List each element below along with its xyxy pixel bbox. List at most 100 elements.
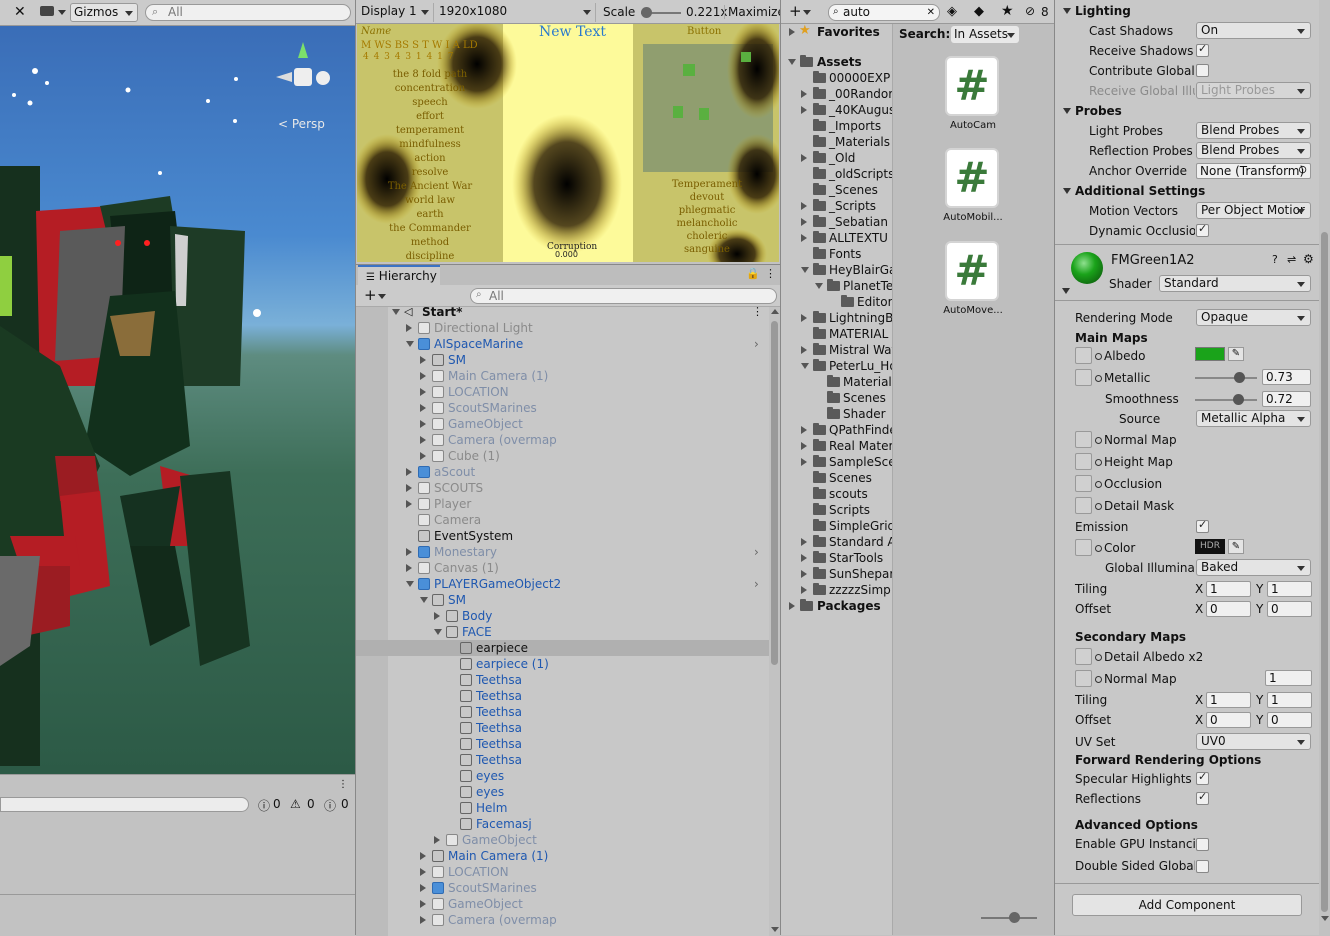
- expand-arrow-icon[interactable]: [420, 916, 426, 924]
- hierarchy-row[interactable]: SCOUTS: [356, 480, 769, 496]
- emission-eyedropper-icon[interactable]: ✎: [1228, 539, 1244, 554]
- asset-result[interactable]: # AutoCam: [933, 56, 1013, 136]
- collapse-arrow-icon[interactable]: [406, 581, 414, 587]
- expand-arrow-icon[interactable]: [406, 324, 412, 332]
- probes-header[interactable]: Probes: [1075, 103, 1122, 119]
- hierarchy-row[interactable]: AISpaceMarine ›: [356, 336, 769, 352]
- help-icon[interactable]: ?: [1272, 253, 1278, 266]
- project-folder-row[interactable]: ALLTEXTU: [781, 230, 892, 246]
- hierarchy-row[interactable]: eyes: [356, 784, 769, 800]
- icon-size-slider[interactable]: [981, 912, 1037, 923]
- project-folder-row[interactable]: SunShepar: [781, 566, 892, 582]
- expand-arrow-icon[interactable]: [801, 458, 807, 466]
- project-folder-row[interactable]: Shader: [781, 406, 892, 422]
- hierarchy-row[interactable]: earpiece: [356, 640, 769, 656]
- collapse-arrow-icon[interactable]: [801, 267, 809, 273]
- uv-set-dropdown[interactable]: UV0: [1196, 733, 1311, 750]
- expand-arrow-icon[interactable]: [801, 554, 807, 562]
- clear-search-icon[interactable]: ✕: [927, 5, 935, 20]
- collapse-arrow-icon[interactable]: [420, 597, 428, 603]
- project-folder-row[interactable]: HeyBlairGa: [781, 262, 892, 278]
- scale-slider[interactable]: [641, 7, 681, 18]
- scene-viewport[interactable]: < Persp: [0, 26, 355, 774]
- project-folder-row[interactable]: _Scripts: [781, 198, 892, 214]
- camera-dropdown-icon[interactable]: [58, 10, 66, 15]
- console-menu-icon[interactable]: ⋮: [338, 779, 348, 790]
- smoothness-field[interactable]: 0.72: [1262, 391, 1311, 407]
- warning-icon[interactable]: ⚠: [290, 797, 301, 811]
- expand-arrow-icon[interactable]: [420, 852, 426, 860]
- open-prefab-chevron-icon[interactable]: ›: [754, 336, 759, 352]
- hierarchy-row[interactable]: Facemasj: [356, 816, 769, 832]
- smoothness-slider[interactable]: [1195, 394, 1257, 405]
- camera-icon[interactable]: [40, 6, 54, 16]
- project-folder-row[interactable]: Standard A: [781, 534, 892, 550]
- project-create-chevron-icon[interactable]: [803, 10, 811, 15]
- project-folder-row[interactable]: Material: [781, 374, 892, 390]
- albedo-color-swatch[interactable]: [1195, 347, 1225, 361]
- collapse-arrow-icon[interactable]: [815, 283, 823, 289]
- project-folder-row[interactable]: zzzzzSimp: [781, 582, 892, 598]
- collapse-arrow-icon[interactable]: [801, 363, 809, 369]
- hierarchy-row[interactable]: LOCATION: [356, 864, 769, 880]
- detail-mask-picker-icon[interactable]: [1095, 503, 1102, 510]
- expand-arrow-icon[interactable]: [420, 356, 426, 364]
- scene-expand-icon[interactable]: [392, 309, 400, 315]
- project-folder-row[interactable]: MATERIAL: [781, 326, 892, 342]
- expand-arrow-icon[interactable]: [420, 884, 426, 892]
- hierarchy-row[interactable]: Camera (overmap: [356, 912, 769, 928]
- normal-map2-field[interactable]: 1: [1265, 670, 1312, 686]
- gizmos-dropdown[interactable]: Gizmos: [70, 3, 138, 22]
- hierarchy-row[interactable]: ScoutSMarines: [356, 400, 769, 416]
- expand-arrow-icon[interactable]: [420, 372, 426, 380]
- hierarchy-row[interactable]: Teethsa: [356, 672, 769, 688]
- hierarchy-row[interactable]: Body: [356, 608, 769, 624]
- tiling2-x-field[interactable]: 1: [1206, 692, 1251, 708]
- project-folder-row[interactable]: Fonts: [781, 246, 892, 262]
- project-folder-row[interactable]: Editor: [781, 294, 892, 310]
- project-folder-row[interactable]: PlanetTe: [781, 278, 892, 294]
- hierarchy-row[interactable]: SM: [356, 352, 769, 368]
- metallic-slider-handle[interactable]: [1234, 372, 1245, 383]
- metallic-field[interactable]: 0.73: [1262, 369, 1311, 385]
- create-chevron-icon[interactable]: [378, 294, 386, 299]
- offset-y-field[interactable]: 0: [1267, 601, 1312, 617]
- detail-mask-texture-slot[interactable]: [1075, 497, 1092, 514]
- motion-vectors-dropdown[interactable]: Per Object Motior: [1196, 202, 1311, 219]
- tiling2-y-field[interactable]: 1: [1267, 692, 1312, 708]
- project-folder-row[interactable]: SampleSce: [781, 454, 892, 470]
- expand-arrow-icon[interactable]: [801, 314, 807, 322]
- expand-arrow-icon[interactable]: [801, 202, 807, 210]
- hierarchy-row[interactable]: Player: [356, 496, 769, 512]
- hierarchy-row[interactable]: aScout: [356, 464, 769, 480]
- settings-gear-icon[interactable]: ⚙: [1303, 252, 1314, 266]
- scene-gizmo[interactable]: [272, 36, 336, 116]
- probes-expand-icon[interactable]: [1063, 108, 1071, 114]
- expand-arrow-icon[interactable]: [801, 586, 807, 594]
- favorites-row[interactable]: ★ Favorites: [781, 24, 892, 40]
- offset2-x-field[interactable]: 0: [1206, 712, 1251, 728]
- hidden-packages-icon[interactable]: ⊘: [1025, 4, 1035, 18]
- hierarchy-row[interactable]: FACE: [356, 624, 769, 640]
- maximize-button[interactable]: Maximize: [724, 5, 785, 19]
- favorite-star-icon[interactable]: ★: [1001, 3, 1014, 19]
- detail-albedo-texture-slot[interactable]: [1075, 648, 1092, 665]
- hierarchy-row[interactable]: Camera: [356, 512, 769, 528]
- inspector-scrollbar[interactable]: [1319, 0, 1330, 935]
- hierarchy-row[interactable]: Cube (1): [356, 448, 769, 464]
- project-folder-row[interactable]: Real Mater: [781, 438, 892, 454]
- scene-search-input[interactable]: ⌕ All: [145, 4, 351, 21]
- material-expand-icon[interactable]: [1062, 288, 1070, 294]
- metallic-picker-icon[interactable]: [1095, 375, 1102, 382]
- collapse-arrow-icon[interactable]: [434, 629, 442, 635]
- open-prefab-chevron-icon[interactable]: ›: [754, 544, 759, 560]
- project-folder-row[interactable]: _Sebatian: [781, 214, 892, 230]
- height-map-texture-slot[interactable]: [1075, 453, 1092, 470]
- project-folder-row[interactable]: scouts: [781, 486, 892, 502]
- source-dropdown[interactable]: Metallic Alpha: [1196, 410, 1311, 427]
- scale-slider-handle[interactable]: [641, 7, 652, 18]
- hierarchy-row[interactable]: Main Camera (1): [356, 848, 769, 864]
- hierarchy-row[interactable]: eyes: [356, 768, 769, 784]
- project-folder-row[interactable]: Scripts: [781, 502, 892, 518]
- expand-arrow-icon[interactable]: [434, 836, 440, 844]
